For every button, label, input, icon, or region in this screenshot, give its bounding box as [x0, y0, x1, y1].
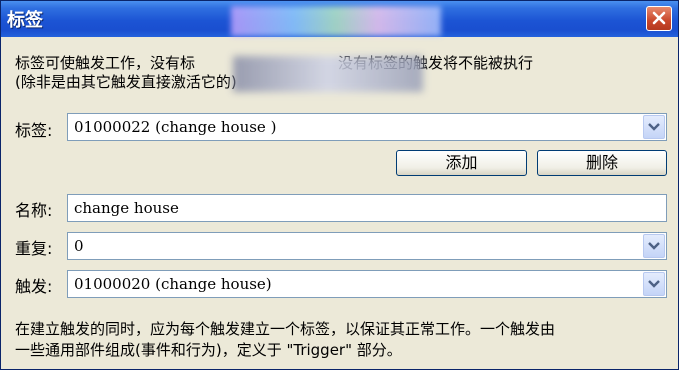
chevron-down-icon: [648, 242, 660, 250]
chevron-down-icon: [648, 280, 660, 288]
trigger-dropdown-button[interactable]: [643, 272, 665, 296]
trigger-select[interactable]: 01000020 (change house): [67, 270, 667, 298]
footer-help-text: 在建立触发的同时，应为每个触发建立一个标签，以保证其正常工作。一个触发由 一些通…: [15, 320, 556, 359]
add-button[interactable]: 添加: [396, 150, 527, 176]
trigger-label: 触发:: [15, 277, 53, 296]
repeat-label: 重复:: [15, 239, 53, 258]
name-input-value: change house: [74, 199, 179, 217]
description-redaction: [233, 56, 423, 92]
repeat-select[interactable]: 0: [67, 232, 667, 260]
tag-select[interactable]: 01000022 (change house ): [67, 113, 667, 141]
redaction-overlay: [231, 6, 441, 36]
title-bar[interactable]: 标签: [1, 1, 678, 37]
repeat-select-value: 0: [74, 237, 84, 255]
repeat-dropdown-button[interactable]: [643, 234, 665, 258]
tag-dropdown-button[interactable]: [643, 115, 665, 139]
tag-label: 标签:: [15, 121, 53, 140]
trigger-select-value: 01000020 (change house): [74, 275, 272, 293]
chevron-down-icon: [648, 123, 660, 131]
name-label: 名称:: [15, 201, 53, 220]
tag-dialog: 标签 标签可使触发工作，没有标 没有标签的触发将不能被执行 (除非是由其它触发直…: [0, 0, 679, 370]
delete-button[interactable]: 删除: [537, 150, 667, 176]
close-icon: [652, 11, 666, 25]
window-title: 标签: [7, 10, 43, 31]
close-button[interactable]: [646, 6, 672, 31]
name-input[interactable]: change house: [67, 194, 667, 222]
tag-select-value: 01000022 (change house ): [74, 118, 277, 136]
